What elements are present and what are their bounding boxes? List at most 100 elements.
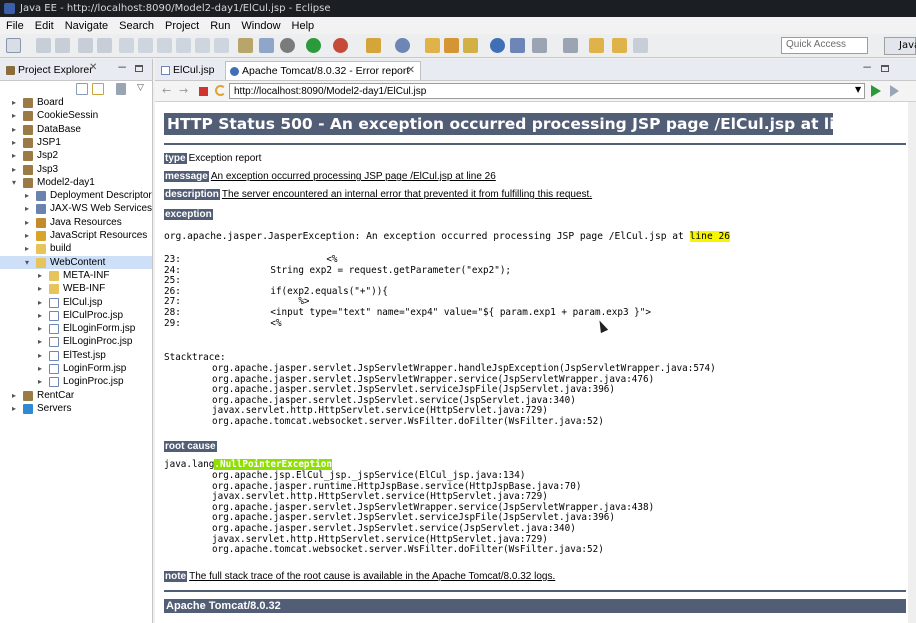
save-all-icon[interactable]: [55, 38, 70, 53]
skip-breakpoints-icon[interactable]: [119, 38, 134, 53]
menu-search[interactable]: Search: [119, 20, 154, 32]
open-task-icon[interactable]: [444, 38, 459, 53]
collapse-arrow-icon[interactable]: ▸: [38, 322, 46, 335]
tree-item[interactable]: ▸ DataBase: [0, 123, 152, 136]
collapse-arrow-icon[interactable]: ▸: [38, 362, 46, 375]
minimize-icon[interactable]: −: [862, 60, 872, 74]
tree-item[interactable]: ▸ WEB-INF: [0, 282, 152, 295]
perspective-java-button[interactable]: Java: [884, 37, 916, 55]
collapse-arrow-icon[interactable]: ▸: [38, 269, 46, 282]
stop-icon[interactable]: [199, 87, 208, 96]
tree-item[interactable]: ▸ ElLoginProc.jsp: [0, 335, 152, 348]
save-icon[interactable]: [36, 38, 51, 53]
collapse-all-icon[interactable]: [76, 83, 88, 95]
search-icon[interactable]: [463, 38, 478, 53]
collapse-arrow-icon[interactable]: ▸: [38, 309, 46, 322]
vertical-scrollbar[interactable]: [908, 102, 916, 623]
external-tools-icon[interactable]: [333, 38, 348, 53]
server-icon[interactable]: [259, 38, 274, 53]
collapse-arrow-icon[interactable]: ▸: [25, 189, 33, 202]
url-input[interactable]: [229, 83, 865, 99]
tree-item[interactable]: ▾ Model2-day1: [0, 176, 152, 189]
run-icon[interactable]: [306, 38, 321, 53]
forward-icon[interactable]: [612, 38, 627, 53]
globe-icon[interactable]: [490, 38, 505, 53]
refresh-icon[interactable]: [215, 85, 226, 96]
tree-item[interactable]: ▸ RentCar: [0, 389, 152, 402]
collapse-arrow-icon[interactable]: ▸: [12, 402, 20, 415]
close-icon[interactable]: ✕: [89, 62, 97, 73]
maximize-icon[interactable]: [881, 65, 889, 72]
new-class-icon[interactable]: [395, 38, 410, 53]
minimize-icon[interactable]: −: [117, 60, 127, 74]
tree-item[interactable]: ▸ ElTest.jsp: [0, 349, 152, 362]
go-external-icon[interactable]: [890, 85, 899, 97]
tree-item[interactable]: ▸ build: [0, 242, 152, 255]
tree-item[interactable]: ▸ JavaScript Resources: [0, 229, 152, 242]
tree-item[interactable]: ▸ JSP1: [0, 136, 152, 149]
view-menu-icon[interactable]: ▽: [137, 83, 144, 93]
step-over-icon[interactable]: [214, 38, 229, 53]
maximize-icon[interactable]: [135, 65, 143, 72]
expand-arrow-icon[interactable]: ▾: [25, 256, 33, 269]
expand-arrow-icon[interactable]: ▾: [12, 176, 20, 189]
back-icon[interactable]: ←: [162, 84, 171, 97]
tree-item[interactable]: ▸ Servers: [0, 402, 152, 415]
project-explorer-tab[interactable]: Project Explorer: [4, 62, 93, 79]
open-type-icon[interactable]: [238, 38, 253, 53]
tab-elcul-jsp[interactable]: ElCul.jsp: [157, 61, 220, 80]
collapse-arrow-icon[interactable]: ▸: [25, 229, 33, 242]
suspend-icon[interactable]: [157, 38, 172, 53]
tree-item[interactable]: ▸ Java Resources: [0, 216, 152, 229]
tab-error-report[interactable]: Apache Tomcat/8.0.32 - Error report ✕: [225, 61, 421, 80]
tree-item[interactable]: ▸ Jsp2: [0, 149, 152, 162]
menu-window[interactable]: Window: [241, 20, 280, 32]
tree-item[interactable]: ▸ LoginForm.jsp: [0, 362, 152, 375]
resume-icon[interactable]: [138, 38, 153, 53]
tree-item[interactable]: ▸ ElCul.jsp: [0, 296, 152, 309]
terminate-icon[interactable]: [176, 38, 191, 53]
tree-item[interactable]: ▸ CookieSessin: [0, 109, 152, 122]
menu-run[interactable]: Run: [210, 20, 230, 32]
open-folder-icon[interactable]: [425, 38, 440, 53]
tree-item[interactable]: ▸ Jsp3: [0, 163, 152, 176]
tree-item[interactable]: ▸ ElLoginForm.jsp: [0, 322, 152, 335]
tree-item[interactable]: ▸ Deployment Descriptor: M: [0, 189, 152, 202]
collapse-arrow-icon[interactable]: ▸: [38, 296, 46, 309]
collapse-arrow-icon[interactable]: ▸: [12, 109, 20, 122]
forward-icon[interactable]: →: [179, 84, 188, 97]
collapse-arrow-icon[interactable]: ▸: [25, 202, 33, 215]
collapse-arrow-icon[interactable]: ▸: [38, 335, 46, 348]
link-with-editor-icon[interactable]: [92, 83, 104, 95]
collapse-arrow-icon[interactable]: ▸: [12, 389, 20, 402]
new-icon[interactable]: [6, 38, 21, 53]
back-icon[interactable]: [589, 38, 604, 53]
pin-editor-icon[interactable]: [633, 38, 648, 53]
filter-icon[interactable]: [116, 83, 126, 95]
collapse-arrow-icon[interactable]: ▸: [12, 149, 20, 162]
collapse-arrow-icon[interactable]: ▸: [25, 242, 33, 255]
tree-item[interactable]: ▾ WebContent: [0, 255, 152, 269]
web-browser-icon[interactable]: [510, 38, 525, 53]
tree-item[interactable]: ▸ META-INF: [0, 269, 152, 282]
chevron-down-icon[interactable]: ▼: [855, 85, 861, 94]
print-icon[interactable]: [78, 38, 93, 53]
quick-access-input[interactable]: Quick Access: [781, 37, 868, 54]
close-tab-icon[interactable]: ✕: [407, 62, 415, 80]
go-icon[interactable]: [871, 85, 881, 97]
collapse-arrow-icon[interactable]: ▸: [25, 216, 33, 229]
new-package-icon[interactable]: [366, 38, 381, 53]
tree-item[interactable]: ▸ Board: [0, 96, 152, 109]
menu-edit[interactable]: Edit: [35, 20, 54, 32]
collapse-arrow-icon[interactable]: ▸: [12, 123, 20, 136]
tree-item[interactable]: ▸ ElCulProc.jsp: [0, 309, 152, 322]
previous-annotation-icon[interactable]: [563, 38, 578, 53]
menu-file[interactable]: File: [6, 20, 24, 32]
next-annotation-icon[interactable]: [532, 38, 547, 53]
tree-item[interactable]: ▸ LoginProc.jsp: [0, 375, 152, 388]
gear-icon[interactable]: [280, 38, 295, 53]
collapse-arrow-icon[interactable]: ▸: [38, 282, 46, 295]
step-into-icon[interactable]: [195, 38, 210, 53]
menu-navigate[interactable]: Navigate: [65, 20, 108, 32]
collapse-arrow-icon[interactable]: ▸: [12, 136, 20, 149]
